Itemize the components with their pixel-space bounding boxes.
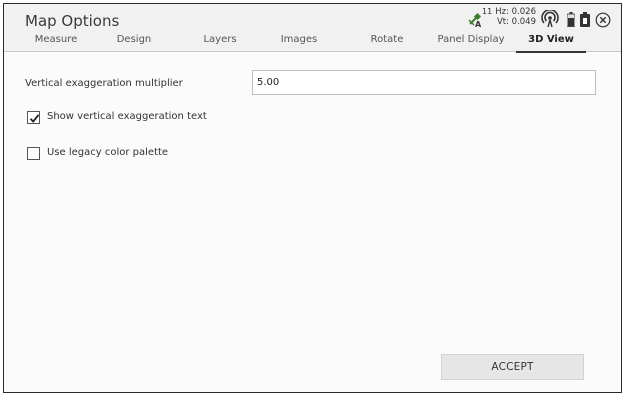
vt-value: Vt: 0.049 bbox=[496, 17, 536, 27]
vertical-exaggeration-input[interactable] bbox=[252, 70, 596, 95]
antenna-icon[interactable] bbox=[541, 10, 559, 28]
tab-images[interactable]: Images bbox=[278, 34, 320, 52]
tab-panel-display[interactable]: Panel Display bbox=[432, 34, 510, 52]
controller-battery-icon bbox=[580, 12, 590, 27]
tab-3d-view[interactable]: 3D View bbox=[516, 34, 586, 53]
legacy-palette-label: Use legacy color palette bbox=[47, 147, 169, 158]
satellite-count: 11 bbox=[482, 7, 493, 16]
dialog-header: Map Options Measure Design Layers Images… bbox=[4, 4, 621, 53]
show-exaggeration-text-checkbox[interactable] bbox=[27, 111, 40, 124]
map-options-dialog: Map Options Measure Design Layers Images… bbox=[3, 3, 622, 393]
dialog-title: Map Options bbox=[25, 12, 120, 30]
tab-rotate[interactable]: Rotate bbox=[368, 34, 406, 52]
accept-button[interactable]: ACCEPT bbox=[441, 354, 584, 380]
vertical-exaggeration-label: Vertical exaggeration multiplier bbox=[25, 78, 183, 89]
legacy-palette-checkbox[interactable] bbox=[27, 147, 40, 160]
battery-icon bbox=[567, 12, 575, 27]
tab-measure[interactable]: Measure bbox=[32, 34, 80, 52]
hz-value: Hz: 0.026 bbox=[495, 7, 536, 17]
show-exaggeration-text-label: Show vertical exaggeration text bbox=[47, 111, 207, 122]
close-icon[interactable] bbox=[595, 12, 611, 28]
precision-readout: Hz: 0.026 Vt: 0.049 bbox=[494, 7, 536, 27]
svg-text:A: A bbox=[475, 20, 482, 28]
show-exaggeration-text-option[interactable]: Show vertical exaggeration text bbox=[27, 111, 207, 125]
tab-design[interactable]: Design bbox=[114, 34, 154, 52]
legacy-palette-option[interactable]: Use legacy color palette bbox=[27, 147, 177, 161]
checkmark-icon bbox=[29, 114, 40, 123]
tab-layers[interactable]: Layers bbox=[200, 34, 240, 52]
